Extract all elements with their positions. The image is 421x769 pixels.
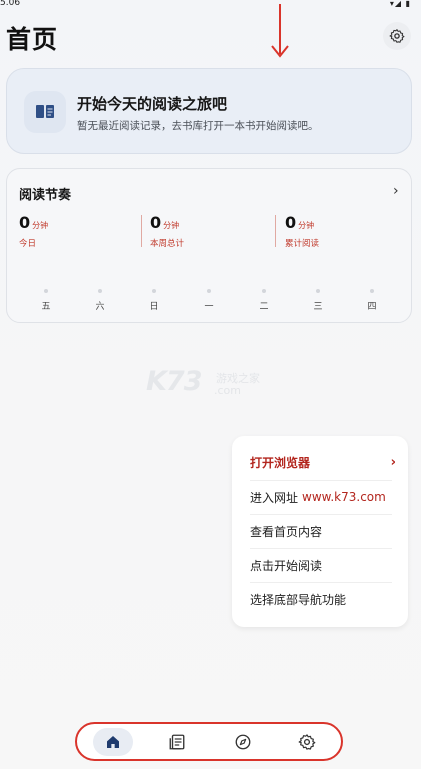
guide-item-label: 点击开始阅读 [250,558,323,573]
nav-discover[interactable] [228,728,258,756]
stat-week-total: 0 分钟 本周总计 [150,213,184,249]
stat-cumulative: 0 分钟 累计阅读 [285,213,319,249]
bottom-nav [75,722,343,761]
day-dot [370,289,374,293]
library-icon [169,734,185,750]
day-dot [98,289,102,293]
guide-item-label: 进入网址 [250,490,299,505]
guide-card: 打开浏览器 › 进入网址 www.k73.com 查看首页内容 点击开始阅读 选择… [232,436,408,627]
day-label: 五 [41,302,51,312]
stat-value: 0 [285,213,297,232]
settings-button[interactable] [383,22,411,50]
compass-icon [235,734,251,750]
stat-value: 0 [150,213,162,232]
guide-item-start-reading[interactable]: 点击开始阅读 [250,548,396,582]
day-item: 二 [254,289,274,312]
book-icon [36,105,54,118]
day-dot [152,289,156,293]
annotation-arrow [271,4,289,58]
day-label: 二 [259,302,269,312]
home-icon [107,736,119,748]
day-label: 三 [313,302,323,312]
day-dot [207,289,211,293]
guide-item-view-home[interactable]: 查看首页内容 [250,514,396,548]
day-item: 三 [308,289,328,312]
stat-unit: 分钟 [298,221,315,230]
guide-item-enter-url[interactable]: 进入网址 www.k73.com [250,480,396,514]
status-bar: 5.06 ▾◢ ▮ [0,0,421,12]
day-item: 五 [36,289,56,312]
stat-unit: 分钟 [32,221,49,230]
day-label: 一 [204,302,214,312]
stat-value: 0 [19,213,31,232]
chevron-right-icon[interactable]: › [393,183,399,199]
stat-today: 0 分钟 今日 [19,213,48,249]
day-item: 一 [199,289,219,312]
stat-divider [275,215,276,247]
stat-label: 今日 [19,239,37,249]
day-label: 四 [367,302,377,312]
stat-label: 累计阅读 [285,239,320,249]
day-dot [44,289,48,293]
guide-item-label: 打开浏览器 [250,455,311,470]
guide-item-open-browser[interactable]: 打开浏览器 › [250,445,396,479]
watermark-suffix: .com [214,384,241,397]
reading-rhythm-card[interactable]: 阅读节奏 › 0 分钟 今日 0 分钟 本周总计 0 分钟 累计阅读 五 六 日 一 … [6,168,412,323]
day-item: 日 [144,289,164,312]
guide-item-bottom-nav[interactable]: 选择底部导航功能 [250,582,396,616]
page-title: 首页 [6,25,59,54]
nav-home[interactable] [93,728,133,756]
guide-item-url: www.k73.com [302,490,386,504]
status-icons: ▾◢ ▮ [389,0,411,8]
rhythm-title: 阅读节奏 [19,188,72,203]
nav-library[interactable] [162,728,192,756]
book-badge [24,91,66,133]
day-label: 日 [149,302,159,312]
guide-item-label: 查看首页内容 [250,524,323,539]
gear-icon [389,29,405,43]
guide-item-label: 选择底部导航功能 [250,592,347,607]
start-card-title: 开始今天的阅读之旅吧 [77,95,228,113]
watermark-brand: K73 [146,366,202,397]
chevron-right-icon: › [390,454,396,470]
status-time: 5.06 [0,0,21,8]
day-dot [316,289,320,293]
stat-label: 本周总计 [150,239,185,249]
start-reading-card[interactable]: 开始今天的阅读之旅吧 暂无最近阅读记录，去书库打开一本书开始阅读吧。 [6,68,412,154]
start-card-subtitle: 暂无最近阅读记录，去书库打开一本书开始阅读吧。 [77,120,319,132]
settings-icon [298,734,316,750]
stat-divider [141,215,142,247]
day-label: 六 [95,302,105,312]
watermark-logo: K73 游戏之家 .com [146,366,276,402]
nav-settings[interactable] [292,728,322,756]
stat-unit: 分钟 [163,221,180,230]
day-item: 四 [362,289,382,312]
day-item: 六 [90,289,110,312]
day-dot [262,289,266,293]
